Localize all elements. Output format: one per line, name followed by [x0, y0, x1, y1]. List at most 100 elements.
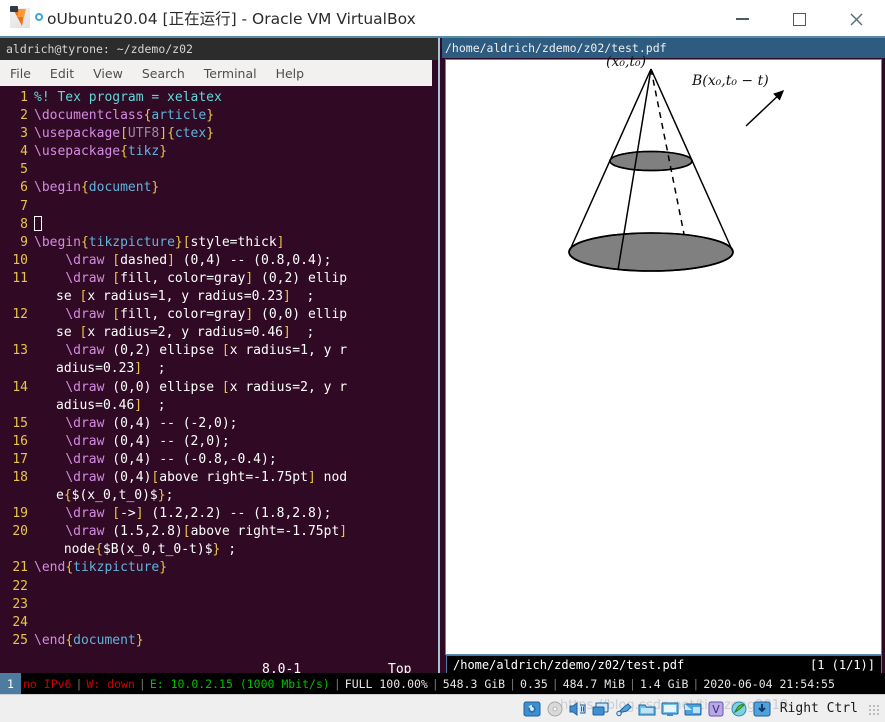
line-number: 16 — [12, 433, 28, 449]
keyboard-capture-icon[interactable] — [753, 701, 771, 717]
minimize-button[interactable] — [714, 0, 771, 38]
editor-line: 23 — [0, 596, 432, 614]
line-number: 13 — [12, 343, 28, 359]
editor-line: adius=0.23] ; — [0, 360, 432, 378]
mouse-integration-icon[interactable] — [730, 701, 748, 717]
pdf-file-path: /home/aldrich/zdemo/z02/test.pdf — [453, 657, 685, 672]
shared-folder-icon[interactable] — [638, 701, 656, 717]
status-disk: 548.3 GiB — [442, 676, 506, 691]
editor-line: adius=0.46] ; — [0, 397, 432, 415]
status-ethernet: E: 10.0.2.15 (1000 Mbit/s) — [149, 676, 330, 691]
line-content: \draw (0,4)[above right=-1.75pt] nod — [65, 469, 348, 485]
line-number: 11 — [12, 270, 28, 286]
audio-icon[interactable] — [569, 701, 587, 717]
line-content: \draw (0,0) ellipse [x radius=2, y r — [65, 379, 348, 395]
line-number: 12 — [12, 307, 28, 323]
status-memory-total: 1.4 GiB — [639, 676, 689, 691]
hard-disk-icon[interactable] — [523, 701, 541, 717]
line-number: 20 — [12, 524, 28, 540]
terminal-titlebar: aldrich@tyrone: ~/zdemo/z02 — [0, 38, 438, 60]
guest-status-bar: 1 no IPv6 | W: down | E: 10.0.2.15 (1000… — [0, 673, 885, 694]
close-icon — [850, 13, 863, 25]
line-content: \draw (0,2) ellipse [x radius=1, y r — [65, 343, 348, 359]
virtualization-icon[interactable]: V — [707, 701, 725, 717]
usb-icon[interactable] — [615, 701, 633, 717]
editor-line: 19 \draw [->] (1.2,2.2) -- (1.8,2.8); — [0, 505, 432, 523]
line-number: 15 — [12, 415, 28, 431]
line-number: 22 — [12, 578, 28, 594]
status-separator-6: | — [551, 676, 559, 691]
line-number: 3 — [20, 126, 28, 142]
editor-line: e{$(x_0,t_0)$}; — [0, 487, 432, 505]
terminal-window[interactable]: aldrich@tyrone: ~/zdemo/z02 File Edit Vi… — [0, 38, 440, 683]
line-content-wrapped: se [x radius=2, y radius=0.46] ; — [56, 325, 315, 341]
editor-line: 8 — [0, 215, 432, 234]
editor-line: 7 — [0, 198, 432, 216]
line-content-wrapped: node{$B(x_0,t_0-t)$} ; — [56, 542, 237, 558]
line-content: \usepackage{tikz} — [34, 144, 168, 160]
line-content: \draw (0,4) -- (-2,0); — [65, 415, 238, 431]
optical-disk-icon[interactable] — [546, 701, 564, 717]
resize-grip-icon[interactable] — [867, 702, 879, 715]
line-content-wrapped: adius=0.46] ; — [56, 397, 166, 413]
line-number: 2 — [20, 108, 28, 124]
line-number-continuation — [0, 288, 34, 306]
pdf-viewer[interactable]: /home/aldrich/zdemo/z02/test.pdf (x₀,t₀)… — [442, 38, 885, 683]
status-separator-2: | — [138, 676, 146, 691]
line-number-continuation — [0, 487, 34, 505]
guest-screen: aldrich@tyrone: ~/zdemo/z02 File Edit Vi… — [0, 38, 885, 694]
terminal-menubar: File Edit View Search Terminal Help — [0, 60, 438, 86]
close-button[interactable] — [828, 0, 885, 38]
editor-line: 11 \draw [fill, color=gray] (0,2) ellip — [0, 270, 432, 288]
line-content-wrapped: e{$(x_0,t_0)$}; — [56, 488, 174, 504]
vim-editor-buffer[interactable]: 1 %! Tex program = xelatex 2 \documentclass… — [0, 86, 432, 683]
vim-status-line: 8,0-1 Top — [0, 647, 432, 677]
terminal-scrollbar[interactable] — [432, 60, 438, 683]
pdf-page-canvas[interactable]: (x₀,t₀) B(x₀,t₀ − t) — [445, 54, 883, 656]
tikz-cone-figure: (x₀,t₀) B(x₀,t₀ − t) — [446, 54, 883, 656]
editor-line: 3 \usepackage[UTF8]{ctex} — [0, 125, 432, 143]
line-number: 10 — [12, 252, 28, 268]
menu-item-edit[interactable]: Edit — [50, 66, 74, 81]
status-separator-1: | — [75, 676, 83, 691]
cone-svg — [568, 68, 785, 272]
maximize-icon — [793, 12, 806, 26]
menu-item-view[interactable]: View — [93, 66, 123, 81]
line-content — [34, 215, 42, 234]
editor-line: 17 \draw (0,4) -- (-0.8,-0.4); — [0, 451, 432, 469]
menu-item-file[interactable]: File — [10, 66, 31, 81]
menu-item-help[interactable]: Help — [276, 66, 305, 81]
display-icon[interactable] — [661, 701, 679, 717]
workspace-indicator[interactable]: 1 — [0, 673, 21, 694]
status-ipv6: no IPv6 — [23, 676, 72, 691]
line-content: \draw (0,4) -- (-0.8,-0.4); — [65, 451, 277, 467]
editor-line: 21 \end{tikzpicture} — [0, 559, 432, 577]
status-memory-used: 484.7 MiB — [562, 676, 625, 691]
editor-line: 10 \draw [dashed] (0,4) -- (0.8,0.4); — [0, 252, 432, 270]
menu-item-terminal[interactable]: Terminal — [204, 66, 257, 81]
line-content: \draw (1.5,2.8)[above right=-1.75pt] — [65, 524, 348, 540]
maximize-button[interactable] — [771, 0, 828, 38]
menu-item-search[interactable]: Search — [142, 66, 185, 81]
editor-line: 6 \begin{document} — [0, 179, 432, 197]
line-number-continuation — [0, 541, 34, 559]
status-separator-4: | — [431, 676, 439, 691]
line-number-continuation — [0, 397, 34, 415]
host-key-label: Right Ctrl — [779, 701, 858, 716]
pdf-statusbar: /home/aldrich/zdemo/z02/test.pdf [1 (1/1… — [446, 655, 882, 674]
virtualbox-status-toolbar: https://blog.csdn.net/tianzong2019 V — [0, 694, 885, 722]
status-separator-7: | — [629, 676, 636, 691]
window-title: oUbuntu20.04 [正在运行] - Oracle VM VirtualB… — [47, 10, 416, 28]
network-icon[interactable] — [592, 701, 610, 717]
status-separator-5: | — [509, 676, 517, 691]
window-controls — [714, 0, 885, 38]
editor-line: 12 \draw [fill, color=gray] (0,0) ellip — [0, 306, 432, 324]
line-content: \begin{tikzpicture}[style=thick] — [34, 234, 285, 250]
line-content: %! Tex program = xelatex — [34, 90, 222, 105]
status-wireless: W: down — [86, 676, 135, 691]
line-content: \end{tikzpicture} — [34, 560, 168, 576]
line-number: 14 — [12, 379, 28, 395]
editor-line: se [x radius=2, y radius=0.46] ; — [0, 324, 432, 342]
recording-icon[interactable] — [684, 701, 702, 717]
line-number: 23 — [12, 596, 28, 612]
